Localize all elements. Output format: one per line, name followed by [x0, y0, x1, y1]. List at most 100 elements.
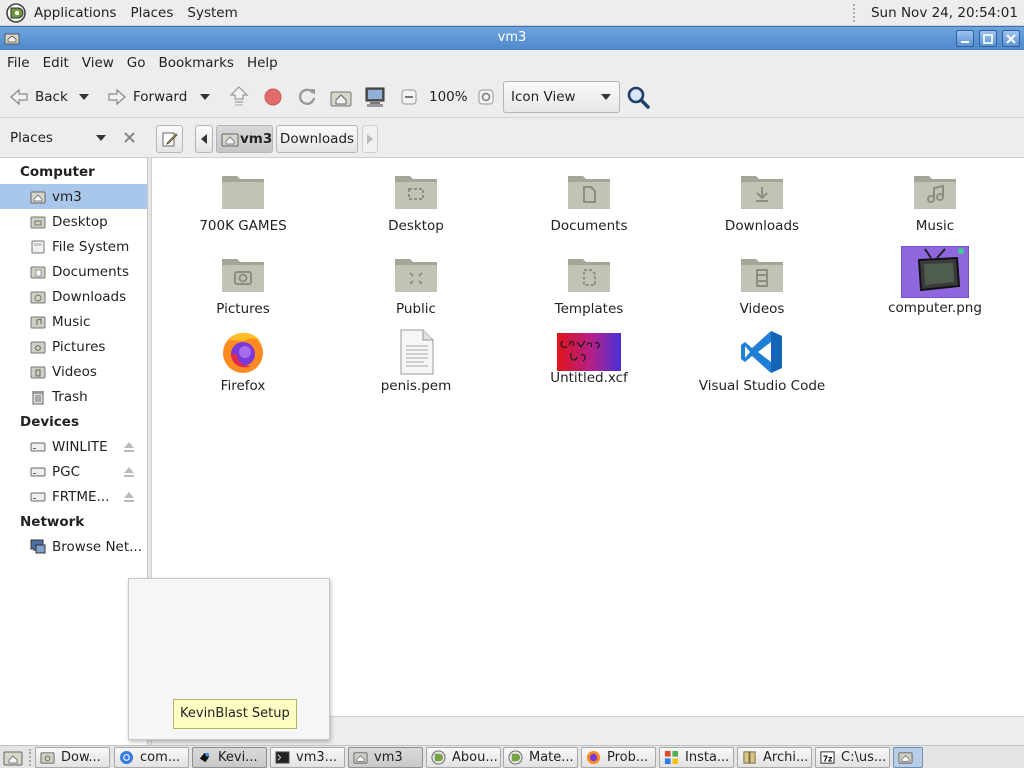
file-item[interactable]: Templates: [504, 251, 674, 317]
home-button[interactable]: [330, 76, 352, 118]
svg-text:7z: 7z: [823, 754, 833, 763]
close-sidebar-icon[interactable]: [123, 131, 136, 144]
workspace-switcher[interactable]: [893, 747, 923, 768]
task-button[interactable]: Prob...: [581, 747, 656, 768]
file-item[interactable]: Downloads: [677, 168, 847, 234]
up-button[interactable]: [228, 76, 250, 118]
search-button[interactable]: [626, 76, 650, 118]
file-item[interactable]: computer.png: [850, 246, 1020, 316]
image-thumbnail-icon: [901, 246, 969, 298]
file-item[interactable]: penis.pem: [331, 328, 501, 394]
zoom-out-button[interactable]: [401, 76, 417, 118]
task-button[interactable]: Dow...: [35, 747, 110, 768]
sidebar-item-music[interactable]: Music: [0, 309, 147, 334]
stop-icon: [264, 88, 282, 106]
file-menu[interactable]: File: [0, 50, 36, 76]
sidebar-item-documents[interactable]: Documents: [0, 259, 147, 284]
minimize-button[interactable]: [956, 30, 974, 47]
eject-icon[interactable]: [123, 466, 135, 478]
sidebar-item-label: WINLITE: [52, 438, 108, 455]
file-item[interactable]: Public: [331, 251, 501, 317]
sidebar-mode-select[interactable]: Places: [10, 118, 53, 158]
file-item[interactable]: Firefox: [158, 328, 328, 394]
file-item[interactable]: Pictures: [158, 251, 328, 317]
clock[interactable]: Sun Nov 24, 20:54:01: [871, 0, 1018, 26]
reload-button[interactable]: [296, 76, 318, 118]
path-label: vm3: [240, 131, 273, 147]
file-item[interactable]: 700K GAMES: [158, 168, 328, 234]
sidebar-item-downloads[interactable]: Downloads: [0, 284, 147, 309]
back-button[interactable]: Back: [8, 76, 68, 118]
show-desktop-icon[interactable]: [3, 749, 23, 766]
sidebar-item-browse-network[interactable]: Browse Net...: [0, 534, 147, 559]
task-button[interactable]: vm3: [348, 747, 423, 768]
view-menu[interactable]: View: [75, 50, 120, 76]
sidebar-item-desktop[interactable]: Desktop: [0, 209, 147, 234]
forward-button[interactable]: Forward: [106, 76, 187, 118]
home-folder-icon: [353, 752, 368, 764]
file-item[interactable]: Videos: [677, 251, 847, 317]
forward-history-dropdown[interactable]: [199, 76, 211, 118]
task-button[interactable]: Mate...: [503, 747, 578, 768]
folder-documents-icon: [30, 266, 46, 278]
edit-menu[interactable]: Edit: [36, 50, 75, 76]
folder-icon: [222, 176, 264, 209]
places-menu[interactable]: Places: [123, 0, 180, 26]
sidebar-item-vm3[interactable]: vm3: [0, 184, 147, 209]
zoom-level[interactable]: 100%: [429, 76, 468, 118]
path-button-vm3[interactable]: vm3: [216, 125, 273, 153]
file-item[interactable]: Documents: [504, 168, 674, 234]
search-icon: [627, 86, 650, 109]
task-button[interactable]: vm3...: [270, 747, 345, 768]
toggle-location-entry-button[interactable]: [156, 125, 183, 153]
sidebar-item-trash[interactable]: Trash: [0, 384, 147, 409]
path-scroll-right-button[interactable]: [362, 125, 378, 153]
bookmarks-menu[interactable]: Bookmarks: [152, 50, 240, 76]
path-scroll-left-button[interactable]: [195, 125, 213, 153]
task-button[interactable]: Archi...: [737, 747, 812, 768]
path-button-downloads[interactable]: Downloads: [276, 125, 358, 153]
system-menu[interactable]: System: [180, 0, 244, 26]
chevron-down-icon[interactable]: [96, 135, 106, 142]
reload-icon: [298, 88, 316, 105]
task-button[interactable]: Abou...: [426, 747, 501, 768]
file-item[interactable]: Visual Studio Code: [677, 328, 847, 394]
eject-icon[interactable]: [123, 491, 135, 503]
sidebar-item-label: Documents: [52, 263, 129, 280]
task-button[interactable]: Insta...: [659, 747, 734, 768]
task-button[interactable]: com...: [114, 747, 189, 768]
go-menu[interactable]: Go: [120, 50, 152, 76]
text-file-icon: [400, 329, 434, 375]
window-titlebar[interactable]: vm3: [0, 26, 1024, 50]
location-bar: Places: [0, 118, 1024, 158]
sidebar-item-pictures[interactable]: Pictures: [0, 334, 147, 359]
task-label: vm3: [374, 750, 403, 765]
task-button[interactable]: Kevi...: [192, 747, 267, 768]
minimize-icon: [961, 41, 969, 43]
close-button[interactable]: [1002, 30, 1020, 47]
file-item[interactable]: Music: [850, 168, 1020, 234]
maximize-button[interactable]: [979, 30, 997, 47]
task-label: Dow...: [61, 750, 101, 765]
home-folder-icon: [30, 191, 46, 203]
chevron-down-icon: [200, 94, 210, 100]
back-history-dropdown[interactable]: [78, 76, 90, 118]
sidebar-heading-computer: Computer: [20, 164, 95, 180]
view-mode-select[interactable]: Icon View: [503, 81, 620, 113]
applications-menu[interactable]: Applications: [27, 0, 123, 26]
sidebar-item-label: Desktop: [52, 213, 108, 230]
folder-pictures-icon: [30, 341, 46, 353]
sidebar-heading-devices: Devices: [20, 414, 79, 430]
file-item[interactable]: Desktop: [331, 168, 501, 234]
mate-logo-icon: [431, 750, 446, 765]
file-item[interactable]: Untitled.xcf: [504, 333, 674, 386]
stop-button[interactable]: [263, 76, 283, 118]
sidebar-item-file-system[interactable]: File System: [0, 234, 147, 259]
mate-logo-icon[interactable]: [6, 2, 26, 23]
sidebar-item-videos[interactable]: Videos: [0, 359, 147, 384]
computer-button[interactable]: [364, 76, 386, 118]
help-menu[interactable]: Help: [240, 50, 284, 76]
eject-icon[interactable]: [123, 441, 135, 453]
zoom-in-button[interactable]: [478, 76, 494, 118]
task-button[interactable]: 7z C:\us...: [815, 747, 890, 768]
